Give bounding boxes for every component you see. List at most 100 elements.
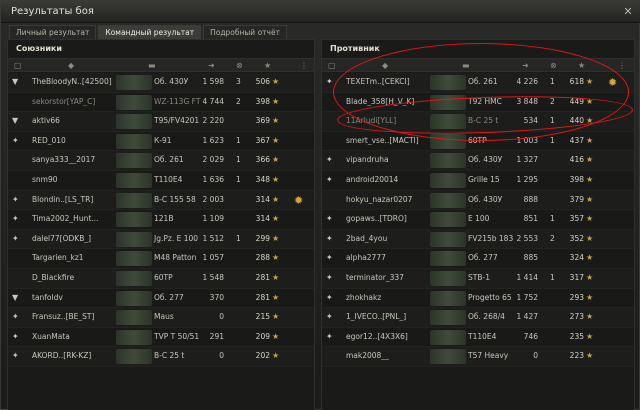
tab-team-result[interactable]: Командный результат (98, 25, 202, 39)
player-row[interactable]: ✦ Blondin..[LS_TR] В-С 155 58 2 003 314 ★ ✹ (8, 190, 314, 211)
player-name[interactable]: 2bad_4you (346, 234, 430, 243)
player-name[interactable]: android20014 (346, 175, 430, 184)
player-name[interactable]: vipandruha (346, 155, 430, 164)
platoon-shield-icon: ▼ (12, 292, 19, 302)
player-row[interactable]: ✦ RED_010 К-91 1 623 1 367 ★ (8, 131, 314, 152)
medal-icon[interactable]: ✹ (294, 194, 303, 207)
player-name[interactable]: snm90 (32, 175, 116, 184)
player-row[interactable]: ✦ Fransuz..[BE_ST] Maus 0 215 ★ (8, 308, 314, 328)
tank-icon (116, 329, 152, 345)
player-name[interactable]: sanya333__2017 (32, 155, 116, 164)
damage-value: 4 744 (202, 96, 224, 106)
player-row[interactable]: Targarien_kz1 M48 Patton 1 057 288 ★ (8, 249, 314, 269)
player-row[interactable]: ✦ zhokhakz Progetto 65 1 752 293 ★ (322, 288, 634, 309)
xp-value: 352 (569, 233, 584, 243)
player-name[interactable]: D_Blackfire (32, 273, 116, 282)
kills-column-icon[interactable]: ⊗ (236, 61, 243, 70)
player-name[interactable]: 1_IVECO..[PNL_] (346, 312, 430, 321)
xp-column-icon[interactable]: ★ (264, 61, 271, 70)
close-icon[interactable]: ✕ (621, 5, 635, 19)
player-name[interactable]: hokyu_nazar0207 (346, 195, 430, 204)
player-name[interactable]: alpha2777 (346, 253, 430, 262)
player-name[interactable]: XuanMata (32, 332, 116, 341)
player-name[interactable]: TheBloodyN..[42500] (32, 77, 116, 86)
tank-icon (430, 290, 466, 306)
damage-value: 1 548 (202, 272, 224, 282)
player-row[interactable]: ✦ 2bad_4you FV215b 183 2 553 2 352 ★ (322, 229, 634, 250)
player-name[interactable]: tanfoldv (32, 293, 116, 302)
player-row[interactable]: hokyu_nazar0207 Об. 430У 888 379 ★ (322, 190, 634, 211)
damage-value: 370 (209, 292, 224, 302)
player-name[interactable]: terminator_337 (346, 273, 430, 282)
damage-column-icon[interactable]: ➜ (208, 61, 215, 70)
rank-icon: ✦ (12, 194, 19, 204)
player-row[interactable]: ✦ 1_IVECO..[PNL_] Об. 268/4 1 427 273 ★ (322, 308, 634, 328)
player-name[interactable]: RED_010 (32, 136, 116, 145)
player-name[interactable]: mak2008__ (346, 351, 430, 360)
player-row[interactable]: sanya333__2017 Об. 261 2 029 1 366 ★ (8, 151, 314, 171)
tank-column-icon[interactable]: ▬ (148, 61, 156, 70)
squad-column-icon[interactable]: ▢ (14, 61, 22, 70)
player-column-icon[interactable]: ◆ (68, 61, 74, 70)
xp-value: 281 (255, 272, 270, 282)
damage-value: 1 512 (202, 233, 224, 243)
player-name[interactable]: egor12..[4X3X6] (346, 332, 430, 341)
player-name[interactable]: sekorstor[YAP_C] (32, 97, 116, 106)
rank-icon: ✦ (12, 331, 19, 341)
star-icon: ★ (272, 77, 280, 86)
player-name[interactable]: Tima2002_Hunt... (32, 214, 116, 223)
player-row[interactable]: ✦ alpha2777 Об. 277 885 324 ★ (322, 249, 634, 269)
xp-value: 293 (569, 292, 584, 302)
medals-column-icon[interactable]: ⋮ (618, 61, 626, 70)
player-row[interactable]: ✦ vipandruha Об. 430У 1 327 416 ★ (322, 151, 634, 171)
player-row[interactable]: ✦ dalel77[ODKB_] Jg.Pz. E 100 1 512 1 299 ★ (8, 229, 314, 250)
tank-icon (430, 153, 466, 169)
rank-icon: ✦ (326, 331, 333, 341)
player-row[interactable]: snm90 T110E4 1 636 1 348 ★ (8, 170, 314, 191)
player-row[interactable]: ▼ aktiv66 T95/FV4201 2 220 369 ★ (8, 112, 314, 132)
squad-column-icon[interactable]: ▢ (328, 61, 336, 70)
player-row[interactable]: ✦ egor12..[4X3X6] T110E4 746 235 ★ (322, 327, 634, 348)
kills-value: 1 (236, 155, 241, 165)
kills-value: 1 (550, 135, 555, 145)
tank-icon (116, 75, 152, 90)
player-row[interactable]: ✦ Tima2002_Hunt... 121B 1 109 314 ★ (8, 210, 314, 230)
player-row[interactable]: ✦ AKORD..[RK-KZ] В-С 25 t 0 202 ★ (8, 347, 314, 367)
rank-icon: ✦ (326, 312, 333, 322)
player-row[interactable]: ✦ android20014 Grille 15 1 295 398 ★ (322, 170, 634, 191)
xp-value: 317 (569, 272, 584, 282)
star-icon: ★ (586, 233, 594, 243)
tab-detailed-report[interactable]: Подробный отчёт (203, 25, 287, 39)
tab-personal-result[interactable]: Личный результат (9, 25, 97, 39)
results-tabs: Личный результат Командный результат Под… (9, 25, 287, 39)
damage-value: 2 029 (202, 155, 224, 165)
player-row[interactable]: ▼ tanfoldv Об. 277 370 281 ★ (8, 288, 314, 309)
damage-value: 0 (219, 351, 224, 361)
player-name[interactable]: Targarien_kz1 (32, 253, 116, 262)
player-row[interactable]: mak2008__ T57 Heavy 0 223 ★ (322, 347, 634, 367)
player-name[interactable]: dalel77[ODKB_] (32, 234, 116, 243)
player-name[interactable]: smert_vse..[MACTI] (346, 136, 430, 145)
tank-icon (430, 251, 466, 267)
rank-icon: ✦ (12, 214, 19, 224)
player-name[interactable]: Blondin..[LS_TR] (32, 195, 116, 204)
player-row[interactable]: ✦ XuanMata TVP T 50/51 291 209 ★ (8, 327, 314, 348)
tank-icon (116, 231, 152, 247)
medals-column-icon[interactable]: ⋮ (300, 61, 308, 70)
player-name[interactable]: AKORD..[RK-KZ] (32, 351, 116, 360)
player-row[interactable]: sekorstor[YAP_C] WZ-113G FT 4 744 2 398 ★ (8, 92, 314, 113)
damage-value: 1 057 (202, 253, 224, 263)
star-icon: ★ (586, 351, 594, 361)
player-name[interactable]: aktiv66 (32, 116, 116, 125)
player-row[interactable]: D_Blackfire 60TP 1 548 281 ★ (8, 268, 314, 289)
player-row[interactable]: ▼ TheBloodyN..[42500] Об. 430У 1 598 3 506 ★ (8, 73, 314, 93)
star-icon: ★ (272, 214, 280, 224)
player-row[interactable]: ✦ terminator_337 STB-1 1 414 1 317 ★ (322, 268, 634, 289)
star-icon: ★ (586, 312, 594, 322)
xp-value: 348 (255, 174, 270, 184)
player-name[interactable]: zhokhakz (346, 293, 430, 302)
player-name[interactable]: gopaws..[TDRO] (346, 214, 430, 223)
player-name[interactable]: Fransuz..[BE_ST] (32, 312, 116, 321)
rank-icon (326, 116, 336, 127)
player-row[interactable]: ✦ gopaws..[TDRO] E 100 851 1 357 ★ (322, 210, 634, 230)
